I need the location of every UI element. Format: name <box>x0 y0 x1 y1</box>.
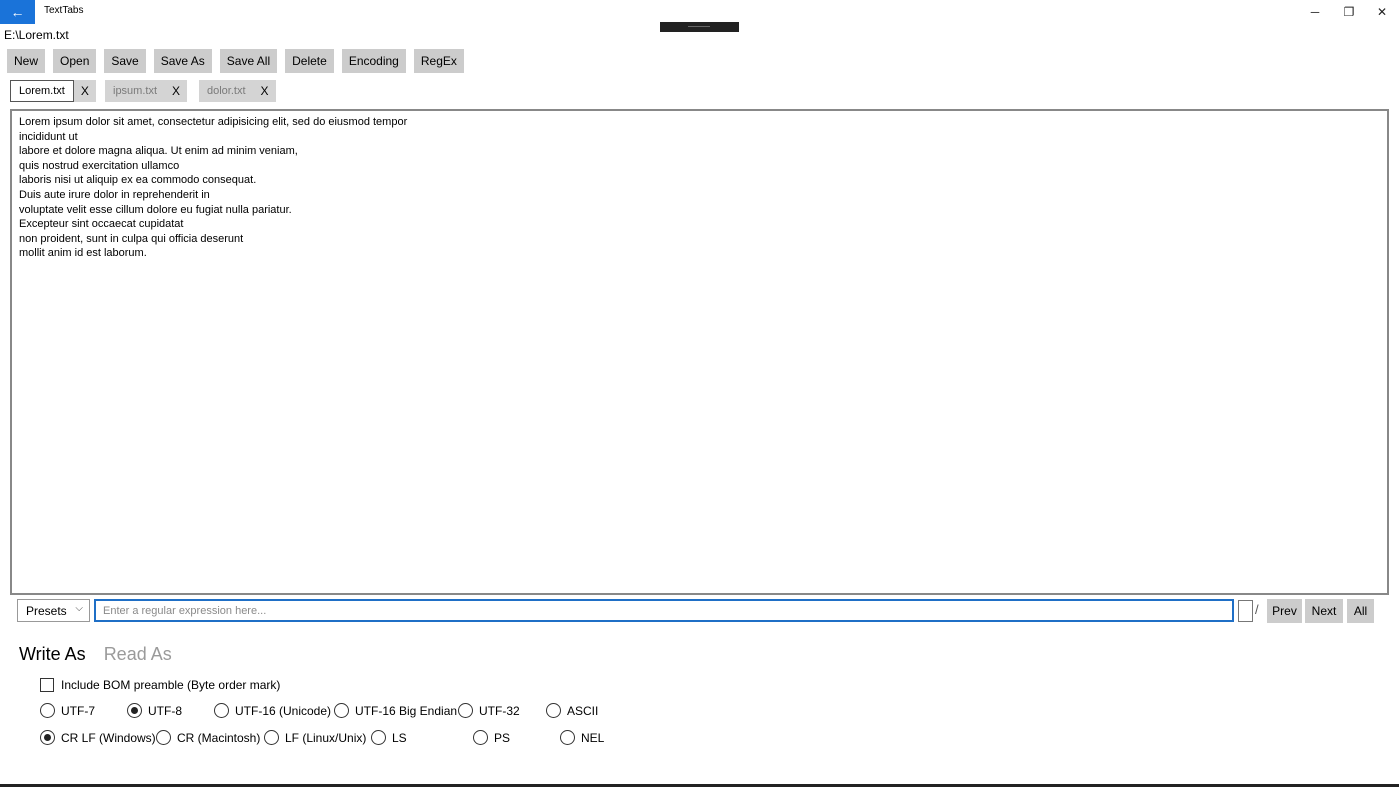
minimize-icon: ─ <box>1310 5 1320 19</box>
radio-circle[interactable] <box>546 703 561 718</box>
close-button[interactable]: ✕ <box>1365 0 1399 24</box>
save-button[interactable]: Save <box>104 49 146 73</box>
radio-utf32[interactable]: UTF-32 <box>458 703 520 718</box>
next-button[interactable]: Next <box>1305 599 1343 623</box>
tab-close-button[interactable]: X <box>73 80 96 102</box>
tab-close-button[interactable]: X <box>165 80 188 102</box>
close-icon: ✕ <box>1376 5 1388 19</box>
radio-circle[interactable] <box>214 703 229 718</box>
restore-icon: ❐ <box>1343 5 1355 19</box>
save-as-button[interactable]: Save As <box>153 49 212 73</box>
radio-label: UTF-16 Big Endian <box>355 703 458 718</box>
regex-delimiter: / <box>1255 602 1259 617</box>
back-arrow-icon: ← <box>10 4 25 20</box>
checkbox-box[interactable] <box>40 678 54 692</box>
toolbar: New Open Save Save As Save All Delete En… <box>7 49 464 73</box>
radio-utf8[interactable]: UTF-8 <box>127 703 182 718</box>
radio-circle[interactable] <box>334 703 349 718</box>
radio-utf16-be[interactable]: UTF-16 Big Endian <box>334 703 457 718</box>
radio-label: LF (Linux/Unix) <box>285 730 367 745</box>
radio-label: NEL <box>581 730 605 745</box>
regex-input[interactable] <box>94 599 1234 622</box>
radio-crlf[interactable]: CR LF (Windows) <box>40 730 156 745</box>
delete-button[interactable]: Delete <box>285 49 334 73</box>
prev-button[interactable]: Prev <box>1267 599 1302 623</box>
radio-label: UTF-8 <box>148 703 182 718</box>
new-button[interactable]: New <box>7 49 46 73</box>
radio-cr[interactable]: CR (Macintosh) <box>156 730 260 745</box>
radio-label: PS <box>494 730 511 745</box>
tab-lorem[interactable]: Lorem.txt X <box>10 80 96 102</box>
all-button[interactable]: All <box>1347 599 1374 623</box>
presets-label: Presets <box>26 603 67 618</box>
radio-label: LS <box>392 730 407 745</box>
radio-circle[interactable] <box>560 730 575 745</box>
save-all-button[interactable]: Save All <box>219 49 278 73</box>
encoding-pivot: Write As Read As <box>19 644 172 665</box>
restore-button[interactable]: ❐ <box>1332 0 1366 24</box>
tab-close-button[interactable]: X <box>253 80 276 102</box>
back-button[interactable]: ← <box>0 0 35 24</box>
title-bar: ← TextTabs ─ ❐ ✕ <box>0 0 1399 32</box>
tab-ipsum[interactable]: ipsum.txt X <box>105 80 188 102</box>
line-ending-radio-group: CR LF (Windows) CR (Macintosh) LF (Linux… <box>40 730 740 746</box>
radio-label: ASCII <box>567 703 599 718</box>
radio-label: UTF-16 (Unicode) <box>235 703 332 718</box>
radio-circle[interactable] <box>473 730 488 745</box>
file-path: E:\Lorem.txt <box>4 28 69 42</box>
tab-label[interactable]: Lorem.txt <box>10 80 74 102</box>
regex-button[interactable]: RegEx <box>413 49 464 73</box>
radio-circle-selected[interactable] <box>127 703 142 718</box>
open-button[interactable]: Open <box>53 49 97 73</box>
radio-circle[interactable] <box>156 730 171 745</box>
radio-utf16[interactable]: UTF-16 (Unicode) <box>214 703 331 718</box>
bom-label: Include BOM preamble (Byte order mark) <box>61 678 281 692</box>
radio-circle[interactable] <box>371 730 386 745</box>
text-editor[interactable]: Lorem ipsum dolor sit amet, consectetur … <box>10 109 1389 595</box>
presets-dropdown[interactable]: Presets ⌵ <box>17 599 90 622</box>
radio-label: UTF-32 <box>479 703 520 718</box>
bom-checkbox[interactable]: Include BOM preamble (Byte order mark) <box>40 678 280 692</box>
tab-write-as[interactable]: Write As <box>19 644 86 665</box>
encoding-button[interactable]: Encoding <box>341 49 406 73</box>
tab-dolor[interactable]: dolor.txt X <box>199 80 276 102</box>
drag-handle[interactable] <box>660 22 739 32</box>
radio-circle-selected[interactable] <box>40 730 55 745</box>
radio-circle[interactable] <box>264 730 279 745</box>
radio-label: CR (Macintosh) <box>177 730 261 745</box>
radio-utf7[interactable]: UTF-7 <box>40 703 95 718</box>
radio-lf[interactable]: LF (Linux/Unix) <box>264 730 366 745</box>
regex-flags-input[interactable] <box>1238 600 1253 622</box>
tab-label[interactable]: ipsum.txt <box>105 80 166 102</box>
radio-nel[interactable]: NEL <box>560 730 604 745</box>
regex-bar: Presets ⌵ / Prev Next All <box>17 599 1377 623</box>
minimize-button[interactable]: ─ <box>1298 0 1332 24</box>
radio-label: CR LF (Windows) <box>61 730 156 745</box>
chevron-down-icon: ⌵ <box>75 603 83 614</box>
app-title: TextTabs <box>44 5 84 16</box>
radio-circle[interactable] <box>458 703 473 718</box>
radio-ps[interactable]: PS <box>473 730 510 745</box>
radio-ls[interactable]: LS <box>371 730 407 745</box>
tab-label[interactable]: dolor.txt <box>199 80 254 102</box>
radio-label: UTF-7 <box>61 703 95 718</box>
radio-circle[interactable] <box>40 703 55 718</box>
encoding-radio-group: UTF-7 UTF-8 UTF-16 (Unicode) UTF-16 Big … <box>40 703 740 719</box>
tab-read-as[interactable]: Read As <box>104 644 172 665</box>
radio-ascii[interactable]: ASCII <box>546 703 598 718</box>
